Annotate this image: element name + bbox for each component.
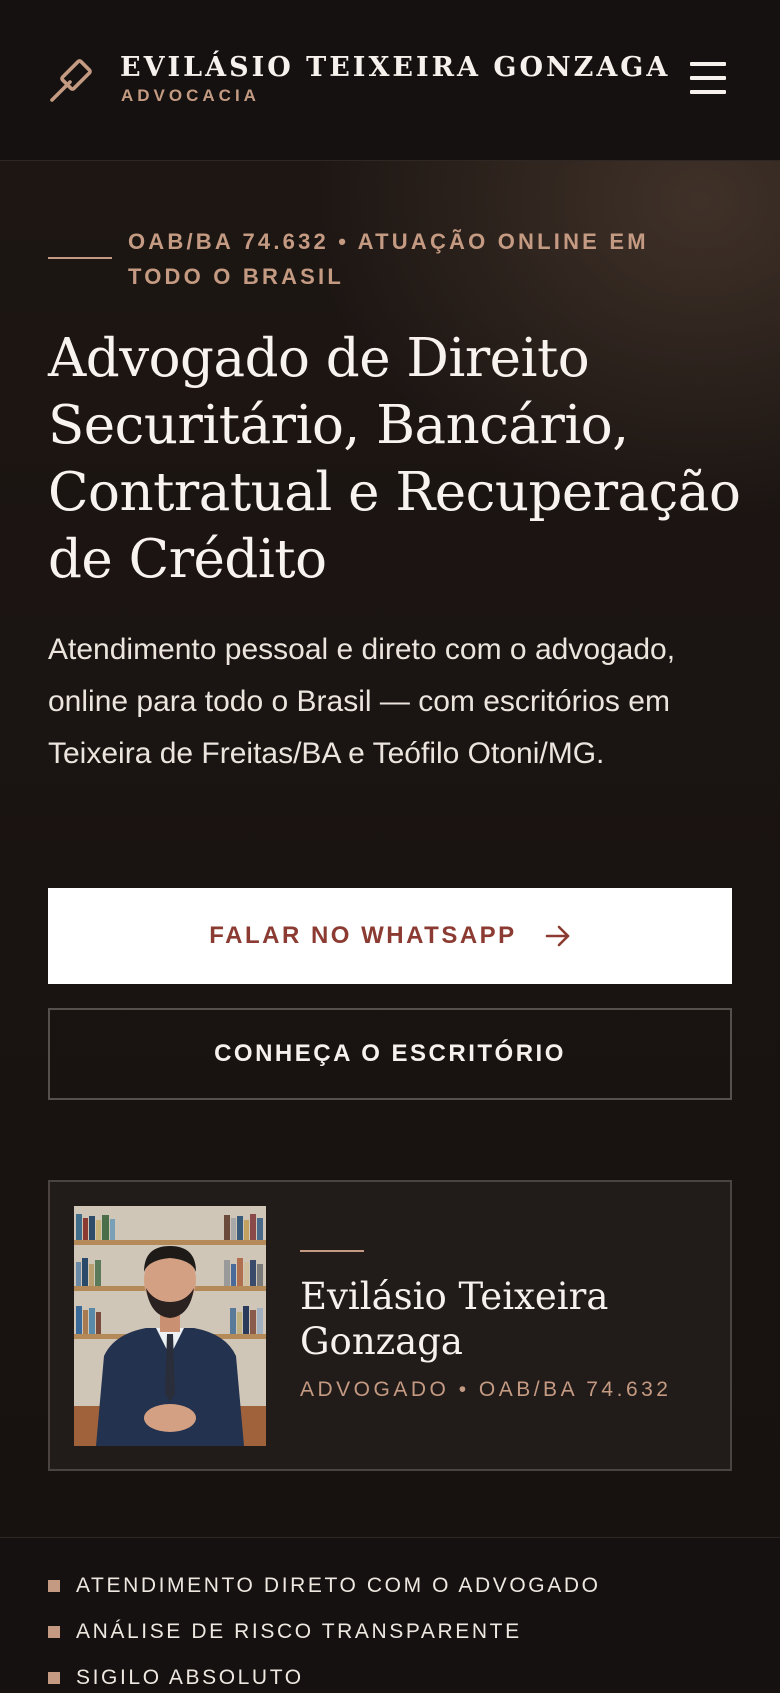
page-title: Advogado de Direito Securitário, Bancári… <box>48 328 741 590</box>
feature-item: ATENDIMENTO DIRETO COM O ADVOGADO <box>48 1571 601 1601</box>
lawyer-profile-card: Evilásio Teixeira Gonzaga ADVOGADO • OAB… <box>48 1180 732 1471</box>
brand-name[interactable]: EVILÁSIO TEIXEIRA GONZAGA <box>120 52 670 83</box>
hero-description: Atendimento pessoal e direto com o advog… <box>48 633 676 770</box>
bullet-square-icon <box>48 1626 60 1638</box>
feature-text: ATENDIMENTO DIRETO COM O ADVOGADO <box>76 1574 601 1597</box>
lawyer-role: ADVOGADO • OAB/BA 74.632 <box>300 1378 672 1401</box>
site-header: EVILÁSIO TEIXEIRA GONZAGA ADVOCACIA <box>0 0 780 161</box>
hamburger-menu-icon[interactable] <box>688 60 728 96</box>
card-divider <box>300 1250 364 1252</box>
eyebrow-text: OAB/BA 74.632 • ATUAÇÃO ONLINE EM TODO O… <box>128 229 649 289</box>
lawyer-photo <box>74 1206 266 1446</box>
feature-item: SIGILO ABSOLUTO <box>48 1663 304 1693</box>
lawyer-name: Evilásio Teixeira Gonzaga <box>300 1275 609 1363</box>
about-office-button[interactable]: CONHEÇA O ESCRITÓRIO <box>48 1008 732 1100</box>
whatsapp-button-label: FALAR NO WHATSAPP <box>209 922 517 949</box>
bullet-square-icon <box>48 1672 60 1684</box>
whatsapp-button[interactable]: FALAR NO WHATSAPP <box>48 888 732 984</box>
brand-subtitle: ADVOCACIA <box>121 86 260 105</box>
feature-item: ANÁLISE DE RISCO TRANSPARENTE <box>48 1617 522 1647</box>
arrow-right-icon <box>545 925 569 947</box>
gavel-icon[interactable] <box>46 58 98 108</box>
eyebrow-divider <box>48 257 112 259</box>
bullet-square-icon <box>48 1580 60 1592</box>
feature-text: SIGILO ABSOLUTO <box>76 1666 304 1689</box>
about-office-button-label: CONHEÇA O ESCRITÓRIO <box>214 1040 566 1067</box>
feature-text: ANÁLISE DE RISCO TRANSPARENTE <box>76 1620 522 1643</box>
features-strip: ATENDIMENTO DIRETO COM O ADVOGADO ANÁLIS… <box>0 1537 780 1689</box>
